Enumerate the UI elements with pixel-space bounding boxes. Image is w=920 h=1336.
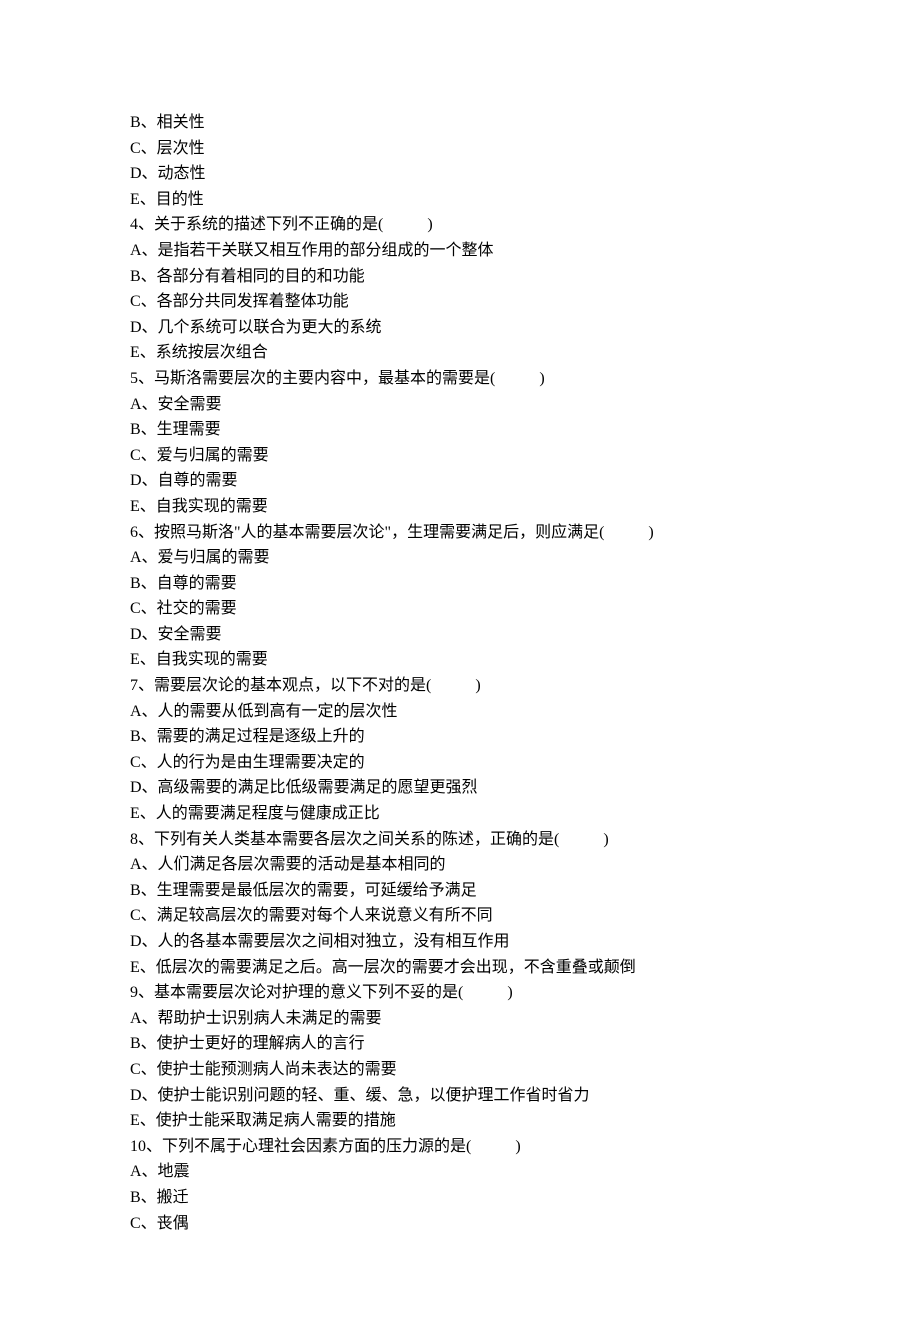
text-line: D、几个系统可以联合为更大的系统 xyxy=(130,315,790,341)
text-line: E、自我实现的需要 xyxy=(130,647,790,673)
text-line: D、自尊的需要 xyxy=(130,468,790,494)
text-line: C、人的行为是由生理需要决定的 xyxy=(130,750,790,776)
text-line: A、帮助护士识别病人未满足的需要 xyxy=(130,1006,790,1032)
text-line: 7、需要层次论的基本观点，以下不对的是( ) xyxy=(130,673,790,699)
text-line: C、爱与归属的需要 xyxy=(130,443,790,469)
text-line: B、生理需要 xyxy=(130,417,790,443)
text-line: E、自我实现的需要 xyxy=(130,494,790,520)
text-line: A、人的需要从低到高有一定的层次性 xyxy=(130,699,790,725)
text-line: B、各部分有着相同的目的和功能 xyxy=(130,264,790,290)
text-line: 5、马斯洛需要层次的主要内容中，最基本的需要是( ) xyxy=(130,366,790,392)
text-line: D、安全需要 xyxy=(130,622,790,648)
text-line: C、社交的需要 xyxy=(130,596,790,622)
text-line: C、使护士能预测病人尚未表达的需要 xyxy=(130,1057,790,1083)
text-line: B、生理需要是最低层次的需要，可延缓给予满足 xyxy=(130,878,790,904)
text-line: A、人们满足各层次需要的活动是基本相同的 xyxy=(130,852,790,878)
text-line: E、系统按层次组合 xyxy=(130,340,790,366)
text-line: C、层次性 xyxy=(130,136,790,162)
text-line: B、搬迁 xyxy=(130,1185,790,1211)
text-line: D、高级需要的满足比低级需要满足的愿望更强烈 xyxy=(130,775,790,801)
text-line: 6、按照马斯洛"人的基本需要层次论"，生理需要满足后，则应满足( ) xyxy=(130,520,790,546)
text-line: B、相关性 xyxy=(130,110,790,136)
text-line: 10、下列不属于心理社会因素方面的压力源的是( ) xyxy=(130,1134,790,1160)
text-line: D、动态性 xyxy=(130,161,790,187)
text-line: C、丧偶 xyxy=(130,1211,790,1237)
text-line: B、自尊的需要 xyxy=(130,571,790,597)
text-line: 8、下列有关人类基本需要各层次之间关系的陈述，正确的是( ) xyxy=(130,827,790,853)
text-line: A、是指若干关联又相互作用的部分组成的一个整体 xyxy=(130,238,790,264)
text-line: C、满足较高层次的需要对每个人来说意义有所不同 xyxy=(130,903,790,929)
text-line: A、爱与归属的需要 xyxy=(130,545,790,571)
text-line: E、目的性 xyxy=(130,187,790,213)
text-line: E、低层次的需要满足之后。高一层次的需要才会出现，不含重叠或颠倒 xyxy=(130,955,790,981)
text-line: B、需要的满足过程是逐级上升的 xyxy=(130,724,790,750)
text-line: D、使护士能识别问题的轻、重、缓、急，以便护理工作省时省力 xyxy=(130,1083,790,1109)
text-line: A、地震 xyxy=(130,1159,790,1185)
text-line: E、使护士能采取满足病人需要的措施 xyxy=(130,1108,790,1134)
text-line: A、安全需要 xyxy=(130,392,790,418)
text-line: D、人的各基本需要层次之间相对独立，没有相互作用 xyxy=(130,929,790,955)
text-line: B、使护士更好的理解病人的言行 xyxy=(130,1031,790,1057)
text-line: E、人的需要满足程度与健康成正比 xyxy=(130,801,790,827)
text-line: 9、基本需要层次论对护理的意义下列不妥的是( ) xyxy=(130,980,790,1006)
text-line: C、各部分共同发挥着整体功能 xyxy=(130,289,790,315)
text-line: 4、关于系统的描述下列不正确的是( ) xyxy=(130,212,790,238)
